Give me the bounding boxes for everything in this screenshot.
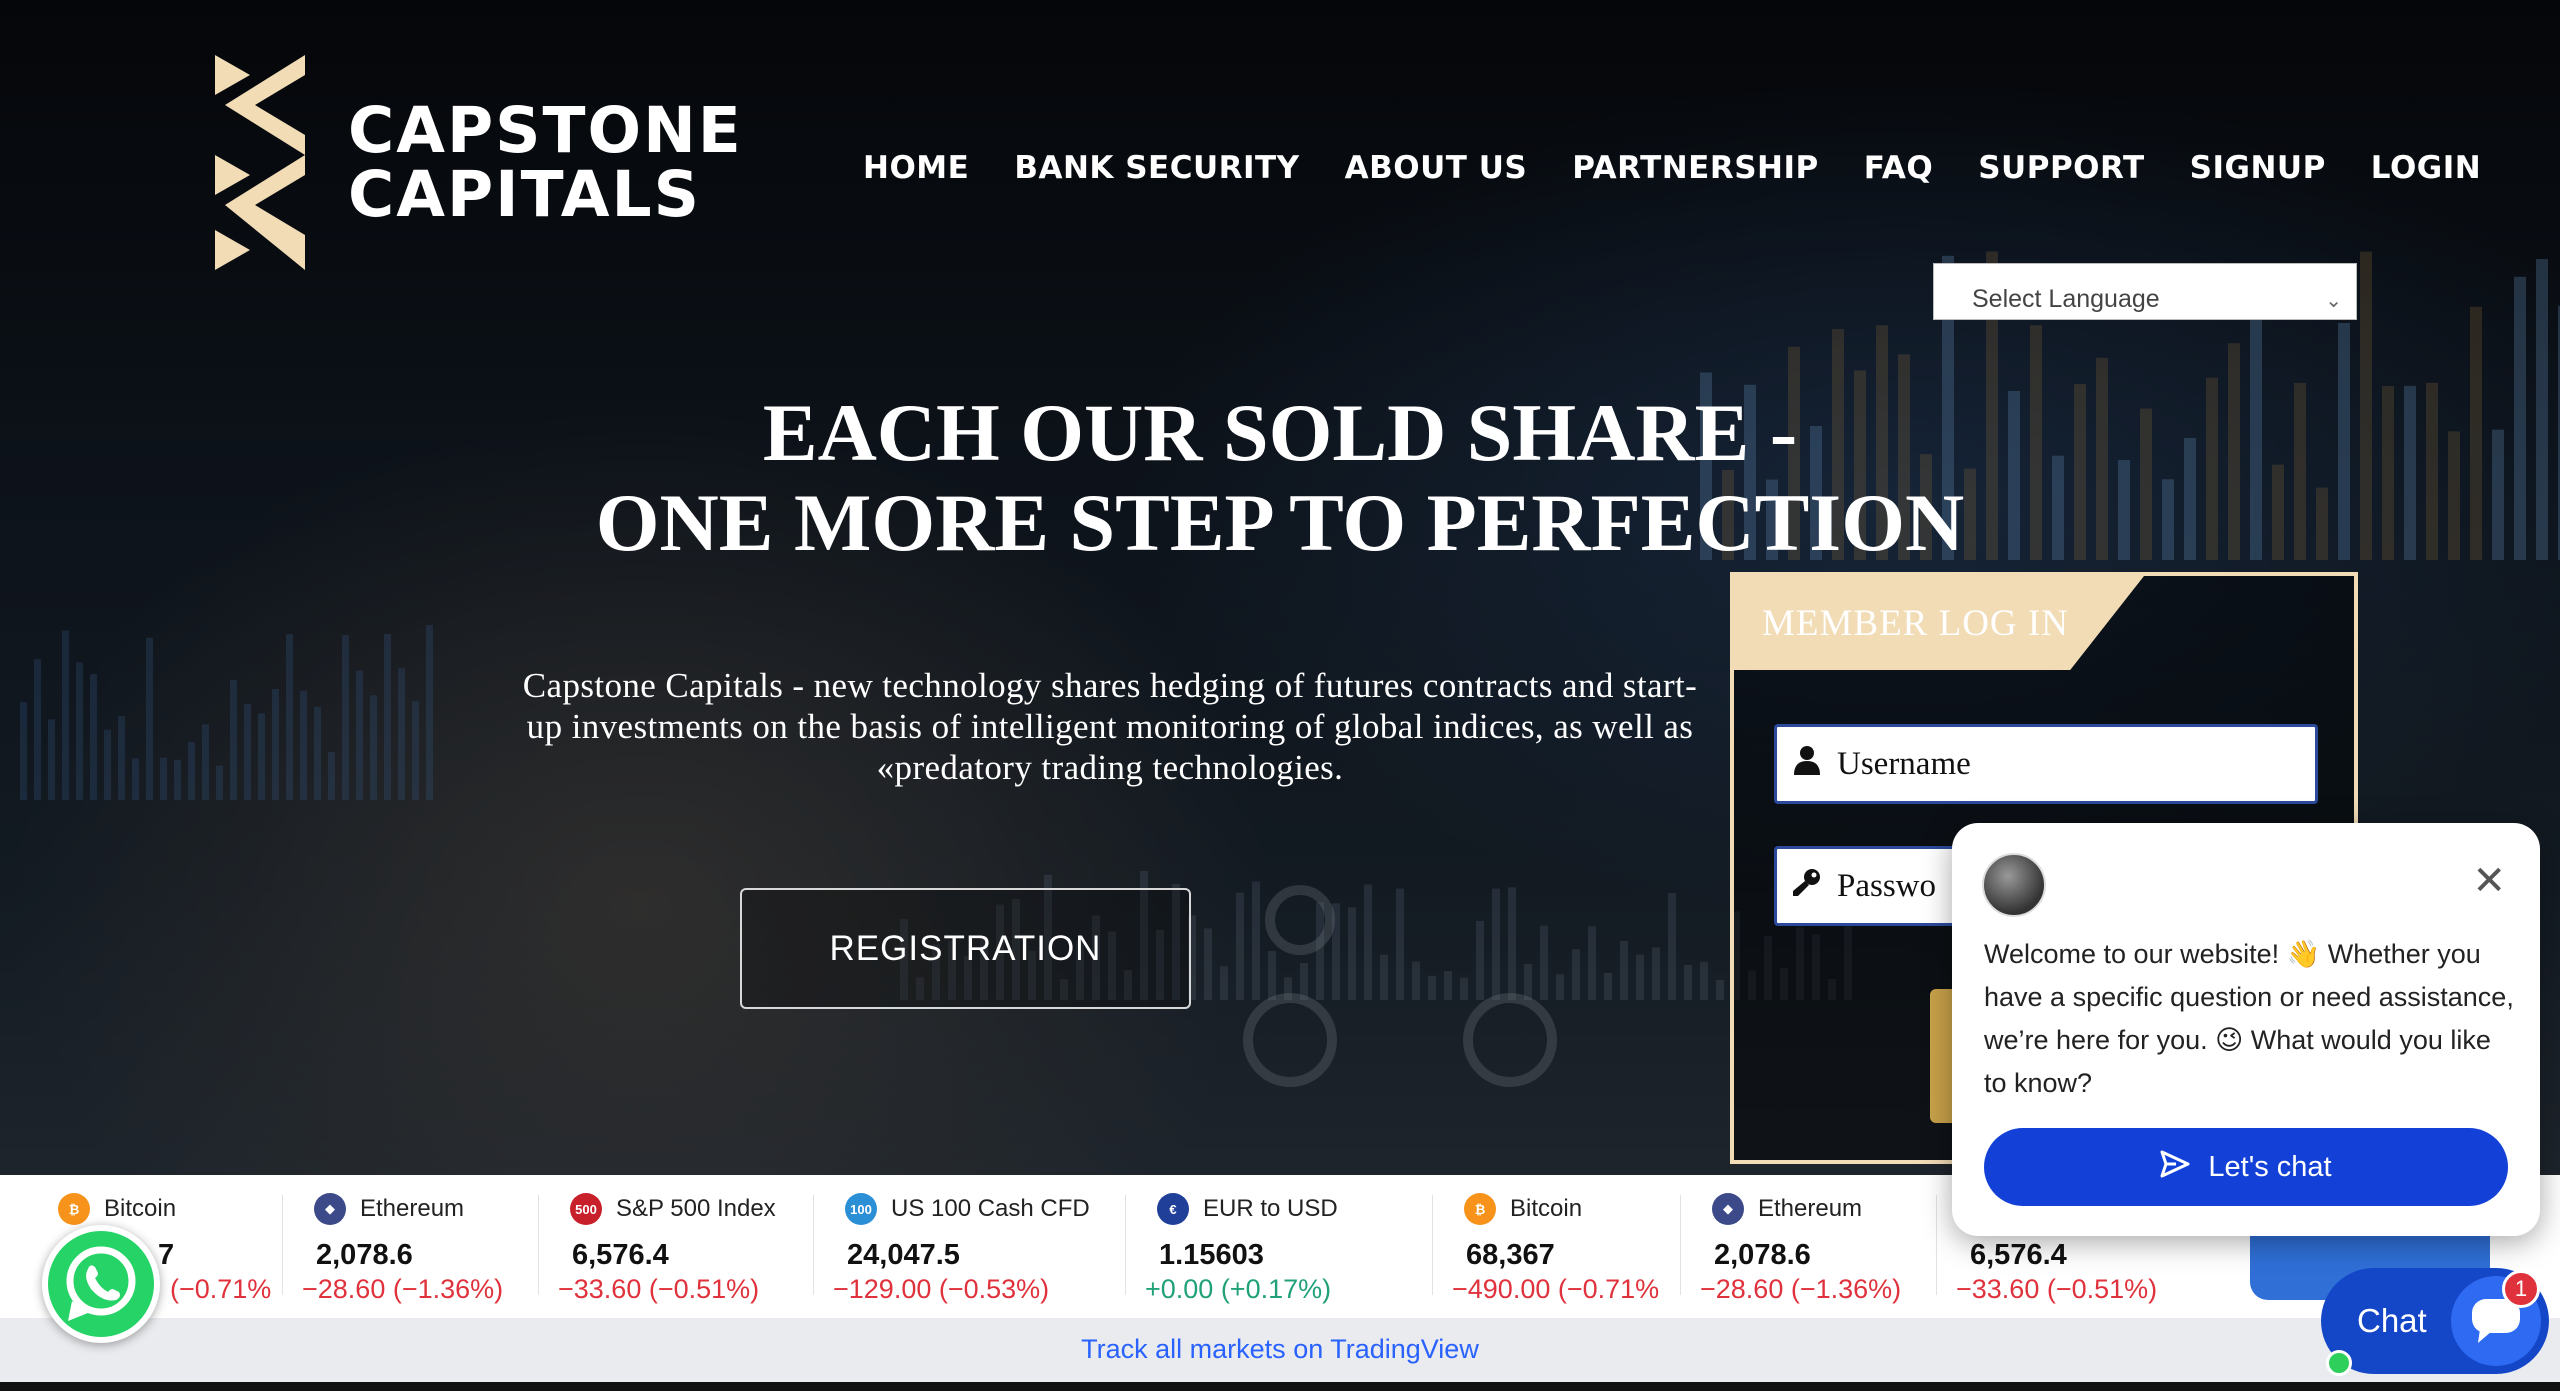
tradingview-link[interactable]: Track all markets on TradingView xyxy=(0,1334,2560,1365)
ticker-item[interactable]: € EUR to USD 1.15603 +0.00 (+0.17%) xyxy=(1145,1193,1338,1305)
ticker-change: (−0.71% xyxy=(170,1274,272,1304)
ticker-name: Bitcoin xyxy=(104,1195,177,1222)
ticker-change: −33.60 (−0.51%) xyxy=(1956,1274,2158,1304)
nav-partnership[interactable]: PARTNERSHIP xyxy=(1572,150,1819,186)
language-select[interactable]: Select Language ⌄ xyxy=(1933,263,2357,320)
sp500-icon: 500 xyxy=(570,1193,602,1225)
lets-chat-button[interactable]: Let's chat xyxy=(1984,1128,2508,1206)
tradingview-bar: Track all markets on TradingView xyxy=(0,1318,2560,1382)
nav-login[interactable]: LOGIN xyxy=(2371,150,2481,186)
ticker-price: 2,078.6 xyxy=(316,1239,413,1271)
hero-intro: Capstone Capitals - new technology share… xyxy=(490,665,1730,788)
hero-headline: EACH OUR SOLD SHARE - ONE MORE STEP TO P… xyxy=(560,388,2000,568)
ticker-name: Bitcoin xyxy=(1510,1195,1583,1222)
password-placeholder: Passwo xyxy=(1837,867,1937,904)
ticker-name: US 100 Cash CFD xyxy=(891,1195,1090,1222)
ticker-price: 6,576.4 xyxy=(572,1239,669,1271)
ticker-name: EUR to USD xyxy=(1203,1195,1338,1222)
username-field[interactable]: Username xyxy=(1774,724,2318,804)
chat-welcome-message: Welcome to our website! 👋 Whether you ha… xyxy=(1984,939,2514,1098)
brand-line-1: CAPSTONE xyxy=(348,93,743,167)
user-icon xyxy=(1777,745,1837,783)
ticker-item[interactable]: 100 US 100 Cash CFD 24,047.5 −129.00 (−0.… xyxy=(833,1193,1090,1305)
headline-line-1: EACH OUR SOLD SHARE - xyxy=(762,387,1798,478)
intro-line-3: «predatory trading technologies. xyxy=(876,748,1344,787)
ticker-divider xyxy=(282,1195,283,1295)
nav-bank-security[interactable]: BANK SECURITY xyxy=(1014,150,1299,186)
ticker-divider xyxy=(1680,1195,1681,1295)
ticker-price: 24,047.5 xyxy=(847,1239,960,1271)
brand-logo[interactable]: CAPSTONE CAPITALS xyxy=(210,55,770,270)
page-bottom-edge xyxy=(0,1382,2560,1391)
ticker-divider xyxy=(1125,1195,1126,1295)
ticker-name: S&P 500 Index xyxy=(616,1195,776,1222)
send-icon xyxy=(2160,1150,2190,1185)
nav-home[interactable]: HOME xyxy=(863,150,969,186)
lets-chat-label: Let's chat xyxy=(2208,1150,2332,1183)
nav-support[interactable]: SUPPORT xyxy=(1978,150,2144,186)
ticker-change: −129.00 (−0.53%) xyxy=(833,1274,1050,1304)
agent-avatar xyxy=(1982,853,2046,917)
nav-faq[interactable]: FAQ xyxy=(1864,150,1933,186)
ticker-change: −28.60 (−1.36%) xyxy=(1700,1274,1902,1304)
ticker-change: −28.60 (−1.36%) xyxy=(302,1274,504,1304)
ticker-item[interactable]: ₿ Bitcoin 68,367 −490.00 (−0.71% xyxy=(1452,1193,1659,1305)
online-status-dot xyxy=(2326,1350,2352,1376)
headline-line-2: ONE MORE STEP TO PERFECTION xyxy=(595,477,1965,568)
bitcoin-icon: ₿ xyxy=(58,1193,90,1225)
ticker-divider xyxy=(538,1195,539,1295)
ticker-item[interactable]: ◆ Ethereum 2,078.6 −28.60 (−1.36%) xyxy=(302,1193,503,1305)
brand-name: CAPSTONE CAPITALS xyxy=(348,93,743,231)
main-nav: HOME BANK SECURITY ABOUT US PARTNERSHIP … xyxy=(863,150,2526,186)
ticker-item[interactable]: 500 S&P 500 Index 6,576.4 −33.60 (−0.51%) xyxy=(558,1193,776,1305)
ethereum-icon: ◆ xyxy=(314,1193,346,1225)
nav-signup[interactable]: SIGNUP xyxy=(2190,150,2326,186)
ticker-name: Ethereum xyxy=(360,1195,465,1222)
ticker-change: −490.00 (−0.71% xyxy=(1452,1274,1660,1304)
ticker-price: 6,576.4 xyxy=(1970,1239,2067,1271)
ticker-name: Ethereum xyxy=(1758,1195,1863,1222)
key-icon xyxy=(1777,867,1837,905)
intro-line-2: up investments on the basis of intellige… xyxy=(526,707,1694,746)
login-title: MEMBER LOG IN xyxy=(1762,603,2069,644)
intro-line-1: Capstone Capitals - new technology share… xyxy=(522,666,1698,705)
ticker-divider xyxy=(1432,1195,1433,1295)
ticker-change: −33.60 (−0.51%) xyxy=(558,1274,760,1304)
close-icon[interactable]: ✕ xyxy=(2472,861,2506,901)
us100-icon: 100 xyxy=(845,1193,877,1225)
chat-popup: ✕ Welcome to our website! 👋 Whether you … xyxy=(1952,823,2540,1236)
whatsapp-button[interactable] xyxy=(42,1225,160,1343)
username-placeholder: Username xyxy=(1837,745,1971,782)
ticker-price: 1.15603 xyxy=(1159,1239,1264,1271)
whatsapp-icon xyxy=(66,1246,136,1321)
ticker-price: 68,367 xyxy=(1466,1239,1555,1271)
ticker-change: +0.00 (+0.17%) xyxy=(1145,1274,1332,1304)
chevron-down-icon: ⌄ xyxy=(2325,290,2342,312)
registration-button[interactable]: REGISTRATION xyxy=(740,888,1191,1009)
ticker-divider xyxy=(813,1195,814,1295)
language-select-value: Select Language xyxy=(1972,285,2160,313)
ethereum-icon: ◆ xyxy=(1712,1193,1744,1225)
nav-about-us[interactable]: ABOUT US xyxy=(1345,150,1528,186)
brand-line-2: CAPITALS xyxy=(348,157,701,231)
ticker-price: 2,078.6 xyxy=(1714,1239,1811,1271)
unread-badge: 1 xyxy=(2502,1270,2540,1308)
ticker-divider xyxy=(1936,1195,1937,1295)
bitcoin-icon: ₿ xyxy=(1464,1193,1496,1225)
ticker-item[interactable]: ◆ Ethereum 2,078.6 −28.60 (−1.36%) xyxy=(1700,1193,1901,1305)
eur-usd-flag-icon: € xyxy=(1157,1193,1189,1225)
chat-launcher-label: Chat xyxy=(2357,1302,2427,1339)
logo-mark-icon xyxy=(215,55,305,270)
